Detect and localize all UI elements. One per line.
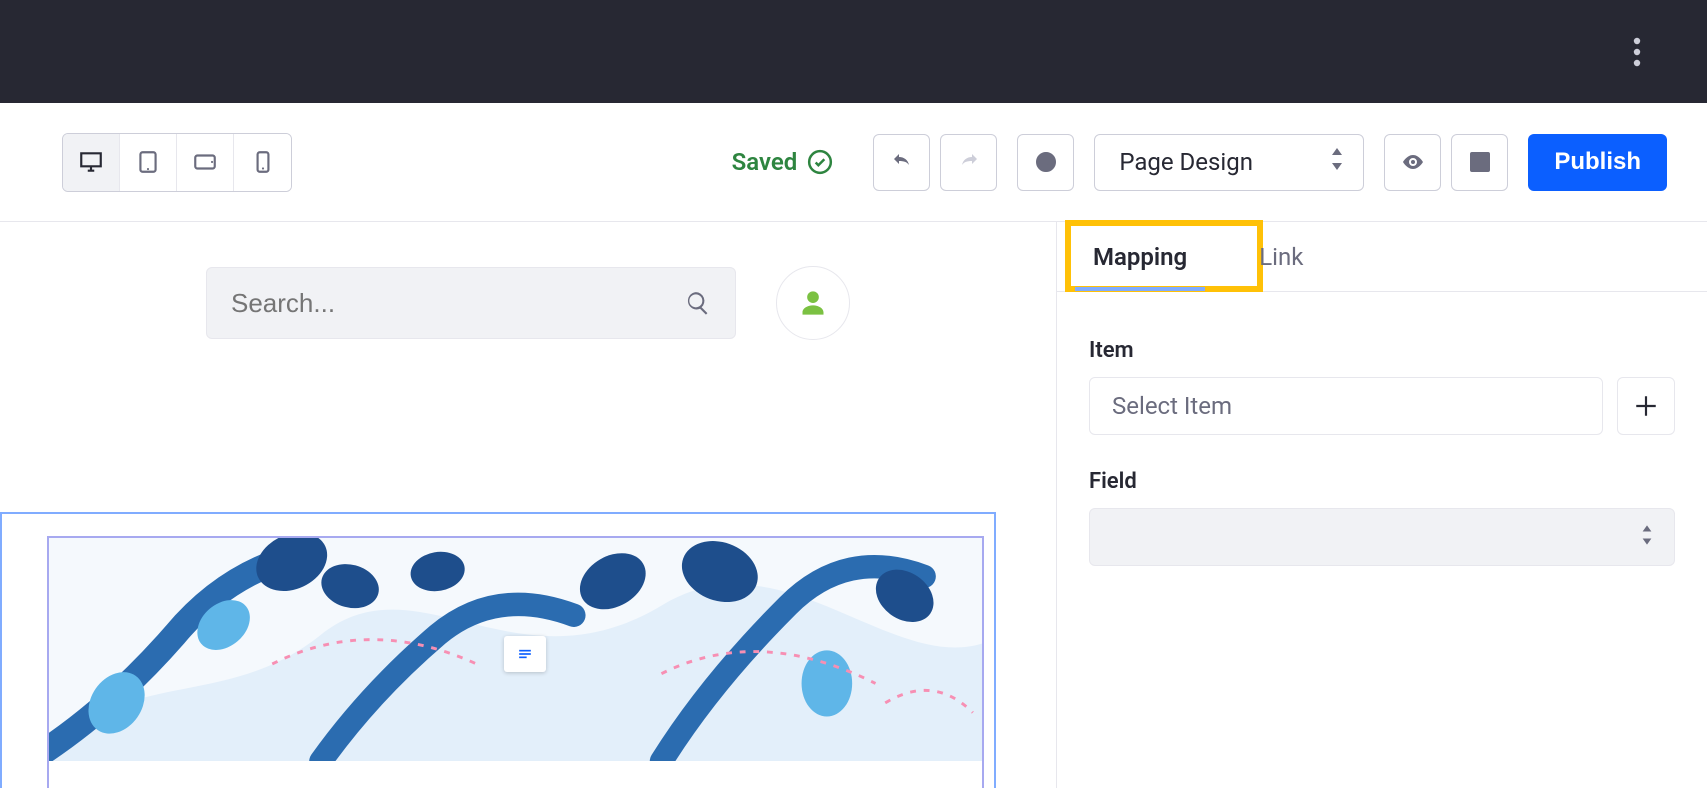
form-group-field: Field (1089, 469, 1675, 566)
selected-fragment-outer[interactable] (0, 512, 996, 788)
user-avatar[interactable] (776, 266, 850, 340)
search-icon (685, 290, 711, 316)
field-label: Field (1089, 469, 1675, 494)
page-canvas[interactable] (0, 222, 1057, 788)
device-tablet[interactable] (120, 134, 177, 191)
tablet-icon (135, 149, 161, 175)
document-badge[interactable] (504, 636, 546, 672)
eye-icon (1401, 150, 1425, 174)
publish-button[interactable]: Publish (1528, 134, 1667, 191)
device-toggle-group (62, 133, 292, 192)
layout-button[interactable] (1451, 134, 1508, 191)
field-select[interactable] (1089, 508, 1675, 566)
mode-select-label: Page Design (1119, 148, 1253, 176)
right-panel: Mapping Link Item Select Item Field (1057, 222, 1707, 788)
history-button[interactable] (1017, 134, 1074, 191)
editor-body: Mapping Link Item Select Item Field (0, 222, 1707, 788)
publish-label: Publish (1554, 148, 1641, 175)
add-item-button[interactable] (1617, 377, 1675, 435)
selected-fragment-inner[interactable] (47, 536, 984, 788)
item-select[interactable]: Select Item (1089, 377, 1603, 435)
desktop-icon (78, 149, 104, 175)
save-status-label: Saved (732, 148, 798, 176)
phone-icon (250, 149, 276, 175)
sort-caret-icon (1640, 525, 1654, 549)
form-group-item: Item Select Item (1089, 338, 1675, 435)
tab-mapping-label: Mapping (1093, 243, 1187, 271)
device-tablet-landscape[interactable] (177, 134, 234, 191)
tab-link[interactable]: Link (1223, 222, 1339, 291)
mode-select[interactable]: Page Design (1094, 134, 1364, 191)
editor-toolbar: Saved Page Design Publish (0, 103, 1707, 222)
clock-icon (1034, 150, 1058, 174)
tab-mapping[interactable]: Mapping (1057, 222, 1223, 291)
item-label: Item (1089, 338, 1675, 363)
redo-icon (957, 150, 981, 174)
canvas-header (0, 222, 1056, 340)
item-select-placeholder: Select Item (1112, 392, 1232, 420)
undo-icon (890, 150, 914, 174)
user-icon (799, 289, 827, 317)
undo-button[interactable] (873, 134, 930, 191)
panel-tabs: Mapping Link (1057, 222, 1707, 292)
device-phone[interactable] (234, 134, 291, 191)
sort-caret-icon (1329, 148, 1345, 176)
search-field[interactable] (206, 267, 736, 339)
redo-button[interactable] (940, 134, 997, 191)
panel-body: Item Select Item Field (1057, 292, 1707, 612)
preview-button[interactable] (1384, 134, 1441, 191)
save-status: Saved (732, 148, 834, 176)
document-lines-icon (515, 644, 535, 664)
plus-icon (1633, 393, 1659, 419)
device-desktop[interactable] (63, 134, 120, 191)
search-input[interactable] (231, 288, 669, 319)
layout-icon (1468, 150, 1492, 174)
check-circle-icon (807, 149, 833, 175)
top-bar (0, 0, 1707, 103)
tablet-landscape-icon (192, 149, 218, 175)
tab-link-label: Link (1259, 243, 1303, 271)
kebab-icon (1633, 37, 1641, 67)
kebab-menu-button[interactable] (1617, 32, 1657, 72)
